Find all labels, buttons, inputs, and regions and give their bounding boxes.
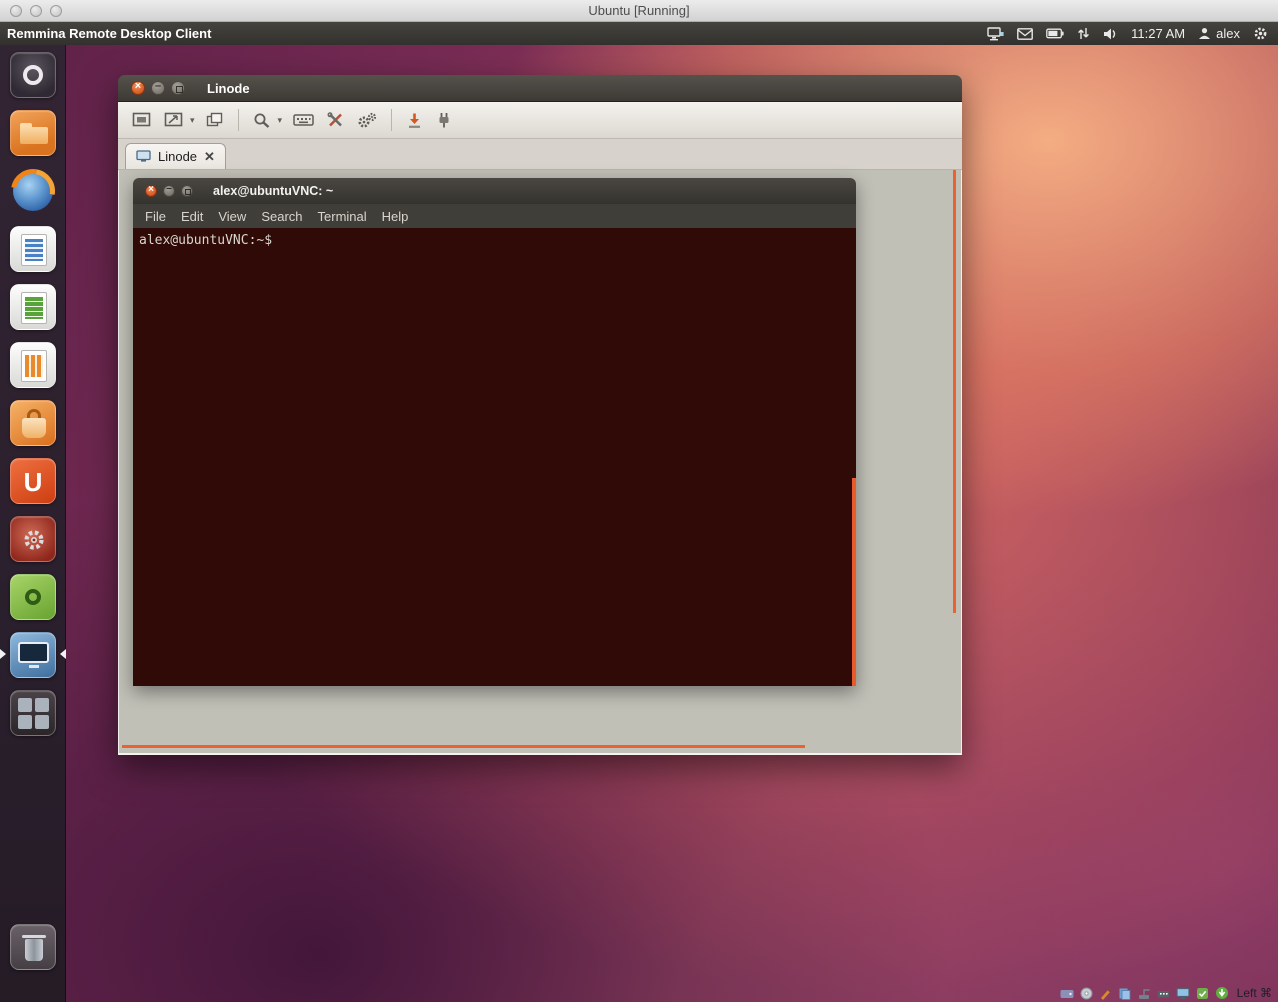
tools-icon[interactable] [355, 110, 379, 131]
remmina-toolbar: ▾ ▾ [118, 102, 962, 139]
zoom-icon[interactable] [251, 110, 273, 131]
app-title[interactable]: Remmina Remote Desktop Client [0, 26, 211, 41]
terminal-menu-view[interactable]: View [218, 209, 246, 224]
scaled-dropdown-icon[interactable]: ▾ [190, 115, 195, 126]
launcher-item-libreoffice-calc[interactable] [0, 284, 66, 330]
mouse-integration-status-icon[interactable] [1215, 986, 1229, 1000]
mail-icon[interactable] [1017, 28, 1033, 40]
shell-prompt: alex@ubuntuVNC:~$ [139, 233, 272, 248]
launcher-item-home-folder[interactable] [0, 110, 66, 156]
hdd-status-icon[interactable] [1060, 987, 1074, 1000]
libreoffice-impress-icon [10, 342, 56, 388]
terminal-scrollbar[interactable] [852, 478, 856, 686]
network-status-icon[interactable] [1137, 987, 1151, 1000]
preferences-icon[interactable] [325, 110, 346, 130]
dash-home-icon [10, 52, 56, 98]
minimize-button[interactable] [151, 81, 165, 95]
unity-launcher: U [0, 45, 66, 1002]
username: alex [1216, 26, 1240, 41]
focused-indicator-icon [55, 649, 66, 659]
terminal-minimize-button[interactable] [163, 185, 175, 197]
tab-linode[interactable]: Linode ✕ [125, 143, 226, 169]
scaled-mode-icon[interactable] [162, 110, 185, 130]
optical-disc-status-icon[interactable] [1080, 987, 1093, 1000]
connect-icon[interactable] [404, 110, 425, 131]
launcher-item-libreoffice-writer[interactable] [0, 226, 66, 272]
session-gear-icon[interactable] [1253, 26, 1268, 41]
user-menu[interactable]: alex [1198, 26, 1240, 41]
firefox-icon [10, 168, 56, 214]
system-settings-icon [10, 516, 56, 562]
terminal-close-button[interactable] [145, 185, 157, 197]
launcher-item-system-settings[interactable] [0, 516, 66, 562]
libreoffice-writer-icon [10, 226, 56, 272]
libreoffice-calc-icon [10, 284, 56, 330]
battery-icon[interactable] [1046, 28, 1064, 39]
launcher-item-remmina[interactable] [0, 632, 66, 678]
zoom-dropdown-icon[interactable]: ▾ [278, 115, 283, 126]
display-status-icon[interactable] [1176, 987, 1190, 1000]
video-capture-status-icon[interactable] [1196, 987, 1209, 1000]
ubuntu-menubar: Remmina Remote Desktop Client 11:27 AM a… [0, 22, 1278, 45]
remote-screen-edge-bottom [122, 745, 805, 748]
usb-status-icon[interactable] [1157, 987, 1170, 1000]
terminal-menu-edit[interactable]: Edit [181, 209, 203, 224]
workspace-switcher-icon [10, 690, 56, 736]
vbox-statusbar: Left ⌘ [1060, 986, 1272, 1000]
vm-titlebar[interactable]: Ubuntu [Running] [0, 0, 1278, 22]
keyboard-grab-icon[interactable] [291, 111, 316, 129]
home-folder-icon [10, 110, 56, 156]
remmina-titlebar[interactable]: Linode [118, 75, 962, 102]
terminal-menu-help[interactable]: Help [382, 209, 409, 224]
tab-label: Linode [158, 149, 197, 164]
launcher-item-libreoffice-impress[interactable] [0, 342, 66, 388]
duplicate-connection-icon[interactable] [204, 110, 226, 130]
sync-arrows-icon[interactable] [1077, 27, 1090, 40]
vm-window-title: Ubuntu [Running] [0, 3, 1278, 18]
ubuntu-software-icon [10, 574, 56, 620]
launcher-item-trash[interactable] [0, 924, 66, 970]
remmina-icon [10, 632, 56, 678]
clock[interactable]: 11:27 AM [1131, 26, 1185, 41]
shared-folders-status-icon[interactable] [1118, 987, 1131, 1000]
software-center-icon [10, 400, 56, 446]
launcher-item-workspace-switcher[interactable] [0, 690, 66, 736]
trash-icon [10, 924, 56, 970]
terminal-body[interactable]: alex@ubuntuVNC:~$ [133, 228, 856, 686]
launcher-item-software-center[interactable] [0, 400, 66, 446]
terminal-title: alex@ubuntuVNC: ~ [213, 184, 333, 198]
launcher-item-firefox[interactable] [0, 168, 66, 214]
user-icon [1198, 27, 1211, 40]
terminal-menu-search[interactable]: Search [261, 209, 302, 224]
toggle-fullscreen-icon[interactable] [130, 110, 153, 130]
close-button[interactable] [131, 81, 145, 95]
network-icon[interactable] [987, 27, 1004, 41]
launcher-item-dash-home[interactable] [0, 52, 66, 98]
audio-status-icon[interactable] [1099, 987, 1112, 1000]
connection-tab-icon [136, 150, 151, 163]
remote-screen-edge [953, 170, 956, 613]
screen: Ubuntu [Running] Remmina Remote Desktop … [0, 0, 1278, 1002]
host-key-label: Left ⌘ [1235, 986, 1272, 1000]
terminal-titlebar[interactable]: alex@ubuntuVNC: ~ [133, 178, 856, 204]
maximize-button[interactable] [171, 81, 185, 95]
terminal-maximize-button[interactable] [181, 185, 193, 197]
terminal-menubar: File Edit View Search Terminal Help [133, 204, 856, 228]
remmina-tabbar: Linode ✕ [118, 139, 962, 170]
terminal-menu-file[interactable]: File [145, 209, 166, 224]
ubuntu-one-icon: U [10, 458, 56, 504]
launcher-item-ubuntu-one[interactable]: U [0, 458, 66, 504]
tab-close-icon[interactable]: ✕ [204, 150, 215, 163]
terminal-menu-terminal[interactable]: Terminal [318, 209, 367, 224]
volume-icon[interactable] [1103, 28, 1118, 40]
terminal-window: alex@ubuntuVNC: ~ File Edit View Search … [133, 178, 856, 686]
remmina-window-title: Linode [207, 81, 250, 96]
remmina-window: Linode ▾ ▾ [118, 75, 962, 755]
launcher-item-ubuntu-software[interactable] [0, 574, 66, 620]
disconnect-icon[interactable] [434, 110, 454, 131]
remote-desktop-view[interactable]: alex@ubuntuVNC: ~ File Edit View Search … [118, 170, 962, 755]
